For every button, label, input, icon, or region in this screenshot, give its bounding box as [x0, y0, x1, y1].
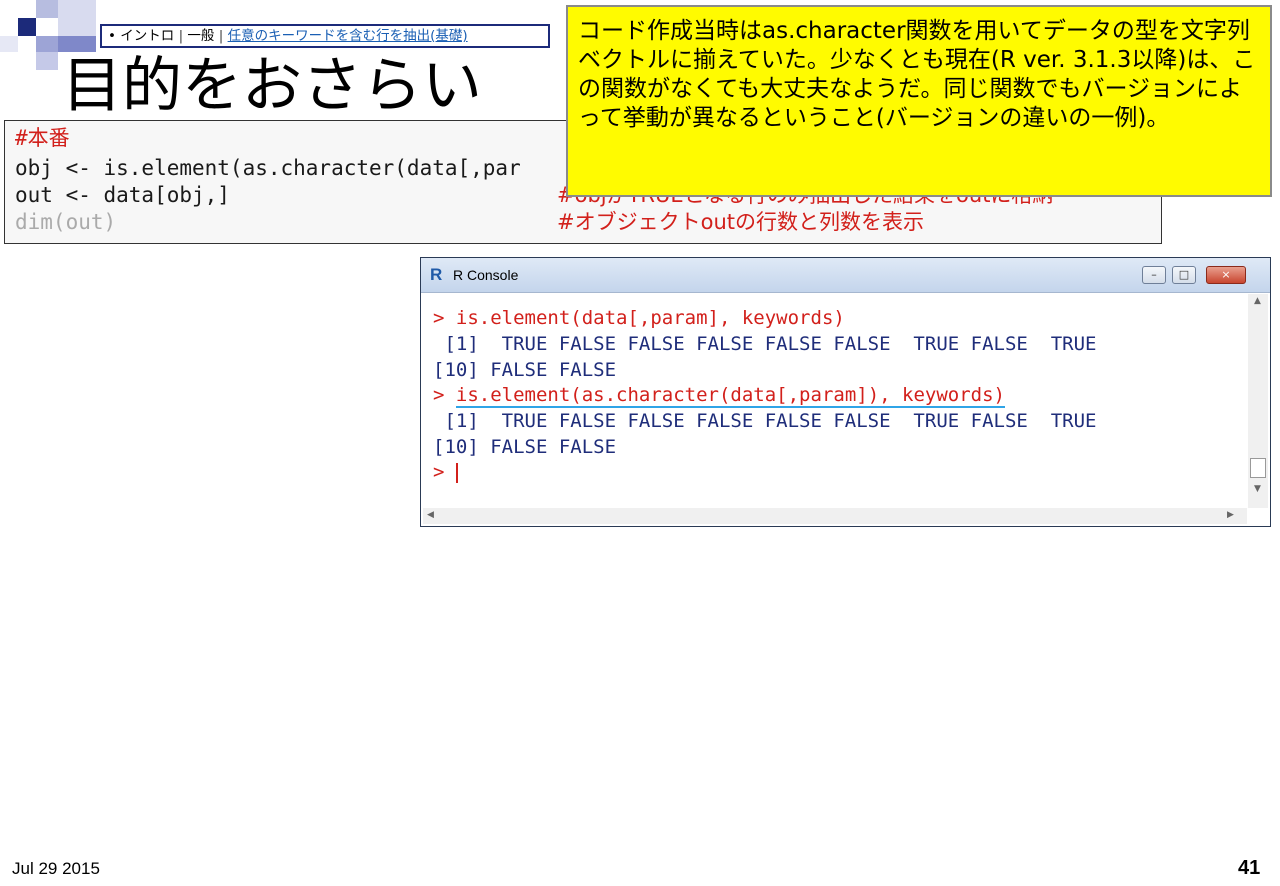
console-input-line: > is.element(data[,param], keywords) — [433, 306, 845, 331]
r-console-window[interactable]: R R Console – □ × > is.element(data[,par… — [420, 257, 1271, 527]
scroll-right-arrow-icon[interactable]: ▶ — [1227, 510, 1234, 520]
breadcrumb-item-intro[interactable]: イントロ — [120, 28, 174, 44]
note-text: コード作成当時はas.character関数を用いてデータの型を文字列ベクトルに… — [578, 18, 1256, 131]
breadcrumb-bullet: • — [108, 28, 116, 44]
breadcrumb-link-keyword-extract[interactable]: 任意のキーワードを含む行を抽出(基礎) — [228, 28, 468, 44]
breadcrumb: • イントロ | 一般 | 任意のキーワードを含む行を抽出(基礎) — [100, 24, 550, 48]
breadcrumb-separator: | — [218, 28, 224, 44]
maximize-icon: □ — [1178, 268, 1190, 281]
decor-square-7 — [0, 36, 18, 52]
minimize-icon: – — [1151, 268, 1157, 281]
console-command-highlighted: is.element(as.character(data[,param]), k… — [455, 384, 1005, 408]
breadcrumb-separator: | — [178, 28, 184, 44]
decor-square-1 — [18, 18, 36, 36]
footer-date: Jul 29 2015 — [12, 859, 100, 878]
code-comment-line: #本番 — [15, 126, 70, 150]
close-icon: × — [1221, 268, 1231, 281]
scrollbar-thumb[interactable] — [1250, 458, 1266, 478]
console-output-line: [10] FALSE FALSE — [433, 436, 617, 458]
console-command: is.element(data[,param], keywords) — [455, 307, 845, 329]
console-output-line: [1] TRUE FALSE FALSE FALSE FALSE FALSE T… — [433, 410, 1097, 432]
code-line-out: out <- data[obj,] — [15, 183, 230, 207]
scroll-left-arrow-icon[interactable]: ◀ — [427, 510, 434, 520]
text-cursor — [455, 462, 458, 483]
breadcrumb-item-general[interactable]: 一般 — [187, 28, 214, 44]
code-comment-dim: #オブジェクトoutの行数と列数を表示 — [557, 210, 924, 234]
code-line-obj: obj <- is.element(as.character(data[,par — [15, 156, 521, 180]
code-line-dim: dim(out) — [15, 210, 117, 234]
decor-square-3 — [58, 0, 96, 36]
slide-title: 目的をおさらい — [62, 51, 482, 121]
r-logo-icon: R — [430, 265, 443, 284]
console-output-line: [10] FALSE FALSE — [433, 359, 617, 381]
page-number: 41 — [1238, 857, 1261, 879]
console-output-line: [1] TRUE FALSE FALSE FALSE FALSE FALSE T… — [433, 333, 1097, 355]
console-prompt: > — [433, 307, 456, 329]
console-prompt: > — [433, 384, 456, 406]
minimize-button[interactable]: – — [1142, 266, 1166, 284]
close-button[interactable]: × — [1206, 266, 1246, 284]
vertical-scrollbar[interactable]: ▲ ▼ — [1248, 294, 1268, 508]
scroll-up-arrow-icon[interactable]: ▲ — [1254, 296, 1261, 306]
console-prompt: > — [433, 461, 456, 483]
scroll-down-arrow-icon[interactable]: ▼ — [1254, 484, 1261, 494]
console-input-line: > is.element(as.character(data[,param]),… — [433, 383, 1005, 408]
console-titlebar[interactable]: R R Console – □ × — [421, 258, 1270, 293]
console-output[interactable]: > is.element(data[,param], keywords) [1]… — [421, 292, 1247, 510]
console-title: R Console — [453, 267, 519, 283]
note-callout: コード作成当時はas.character関数を用いてデータの型を文字列ベクトルに… — [566, 5, 1272, 197]
console-current-prompt[interactable]: > — [433, 460, 458, 485]
decor-square-2 — [36, 0, 58, 18]
decor-square-6 — [36, 52, 58, 70]
maximize-button[interactable]: □ — [1172, 266, 1196, 284]
horizontal-scrollbar[interactable]: ◀ ▶ — [423, 508, 1247, 524]
decor-square-4 — [36, 36, 58, 52]
